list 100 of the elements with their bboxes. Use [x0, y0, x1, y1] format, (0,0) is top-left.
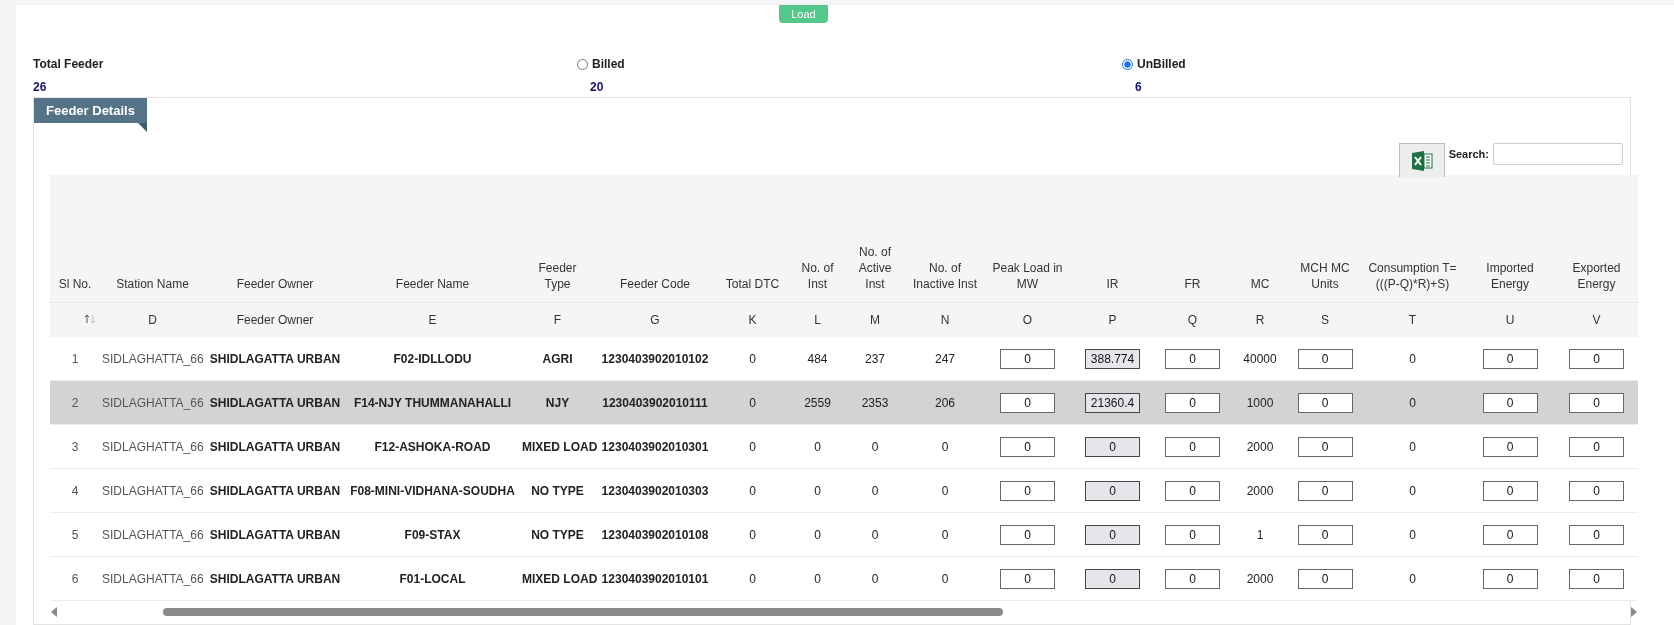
column-subheader: D — [100, 302, 205, 337]
table-cell: SHIDLAGATTA URBAN — [205, 337, 345, 381]
readonly-input: 0 — [1085, 480, 1140, 501]
table-cell: SIDLAGHATTA_66 — [100, 468, 205, 513]
table-cell: 0 — [790, 556, 845, 601]
column-subheader: Q — [1155, 302, 1230, 337]
radio-button[interactable] — [1122, 58, 1133, 70]
radio-button[interactable] — [577, 58, 588, 70]
table-cell: 0 — [715, 337, 790, 381]
table-cell: 0 — [845, 468, 905, 513]
table-cell: 0 — [715, 556, 790, 601]
column-header: Feeder Type — [520, 175, 595, 303]
value-input[interactable]: 0 — [1165, 568, 1220, 589]
value-input[interactable]: 0 — [1000, 480, 1055, 501]
value-input[interactable]: 0 — [1297, 348, 1353, 369]
table-row[interactable]: 5 SIDLAGHATTA_66 SHIDLAGATTA URBAN F09-STAX NO TYPE 1230403902010108 0 0 0 0 0 0 0 1 0 0 0 0 — [50, 512, 1638, 557]
table-cell: 40000 — [1230, 337, 1290, 381]
table-row[interactable]: 3 SIDLAGHATTA_66 SHIDLAGATTA URBAN F12-ASHOKA-ROAD MIXED LOAD 1230403902010301 0 0 0 0 0 0 0 2000 0 0 0 0 — [50, 424, 1638, 469]
table-cell: 237 — [845, 337, 905, 381]
table-cell: 1230403902010108 — [595, 512, 715, 557]
value-input[interactable]: 0 — [1297, 392, 1353, 413]
table-cell: 2000 — [1230, 556, 1290, 601]
value-input[interactable]: 0 — [1569, 392, 1624, 413]
spreadsheet-icon[interactable] — [1410, 149, 1433, 172]
search-field[interactable] — [1493, 143, 1623, 165]
excel-export-button[interactable] — [1398, 143, 1445, 177]
radio-option[interactable]: Billed — [577, 57, 1122, 71]
value-input[interactable]: 0 — [1482, 568, 1538, 589]
table-row[interactable]: 6 SIDLAGHATTA_66 SHIDLAGATTA URBAN F01-LOCAL MIXED LOAD 1230403902010101 0 0 0 0 0 0 0 2000 0 0 0 0 — [50, 556, 1638, 601]
value-input[interactable]: 0 — [1297, 524, 1353, 545]
table-row[interactable]: 4 SIDLAGHATTA_66 SHIDLAGATTA URBAN F08-MINI-VIDHANA-SOUDHA NO TYPE 1230403902010303 0 0 0 0 0 0 0 2000 0 0 0 0 — [50, 468, 1638, 513]
value-input[interactable]: 0 — [1000, 392, 1055, 413]
scroll-right-icon[interactable] — [1630, 607, 1638, 617]
readonly-input: 0 — [1085, 436, 1140, 457]
value-input[interactable]: 0 — [1482, 392, 1538, 413]
value-input[interactable]: 0 — [1482, 524, 1538, 545]
value-input[interactable]: 0 — [1297, 568, 1353, 589]
table-cell: 0 — [715, 424, 790, 469]
value-input[interactable]: 0 — [1569, 480, 1624, 501]
value-input[interactable]: 0 — [1569, 436, 1624, 457]
value-input[interactable]: 0 — [1000, 436, 1055, 457]
column-header: MC — [1230, 175, 1290, 303]
value-input[interactable]: 0 — [1297, 480, 1353, 501]
column-subheader: Feeder Owner — [205, 302, 345, 337]
value-input[interactable]: 0 — [1165, 348, 1220, 369]
value-input[interactable]: 0 — [1482, 480, 1538, 501]
value-input[interactable]: 0 — [1297, 436, 1353, 457]
table-cell: NJY — [520, 380, 595, 425]
table-cell: 1 — [50, 337, 100, 381]
table-cell: 206 — [905, 380, 985, 425]
table-cell: 0 — [715, 468, 790, 513]
table-cell: 0 — [905, 512, 985, 557]
table-cell: SHIDLAGATTA URBAN — [205, 424, 345, 469]
stat-value: 20 — [589, 80, 605, 94]
readonly-input: 0 — [1085, 524, 1140, 545]
value-input[interactable]: 0 — [1569, 348, 1624, 369]
table-cell: 2 — [50, 380, 100, 425]
table-cell: NO TYPE — [520, 512, 595, 557]
value-input[interactable]: 0 — [1482, 436, 1538, 457]
table-cell: 0 — [845, 424, 905, 469]
column-header: No. of Inst — [790, 175, 845, 303]
table-cell: 3 — [50, 424, 100, 469]
value-input[interactable]: 0 — [1000, 524, 1055, 545]
column-subheader: U — [1465, 302, 1555, 337]
column-subheader: L — [790, 302, 845, 337]
table-cell: 1230403902010102 — [595, 337, 715, 381]
value-input[interactable]: 0 — [1165, 436, 1220, 457]
table-cell: SIDLAGHATTA_66 — [100, 380, 205, 425]
table-cell: F08-MINI-VIDHANA-SOUDHA — [345, 468, 520, 513]
table-cell: 0 — [845, 556, 905, 601]
value-input[interactable]: 0 — [1165, 480, 1220, 501]
value-input[interactable]: 0 — [1165, 524, 1220, 545]
table-cell: 0 — [1360, 337, 1465, 381]
table-cell: 4 — [50, 468, 100, 513]
table-cell: MIXED LOAD — [520, 556, 595, 601]
value-input[interactable]: 0 — [1482, 348, 1538, 369]
table-cell: 0 — [845, 512, 905, 557]
column-header: Sl No. — [50, 175, 100, 303]
sort-icon[interactable] — [84, 314, 96, 324]
readonly-input: 388.774 — [1085, 348, 1140, 369]
table-cell: 0 — [1360, 556, 1465, 601]
column-header: Feeder Owner — [205, 175, 345, 303]
column-subheader: E — [345, 302, 520, 337]
column-header: Exported Energy — [1555, 175, 1638, 303]
value-input[interactable]: 0 — [1569, 568, 1624, 589]
table-cell: 484 — [790, 337, 845, 381]
search-label: Search: — [1448, 148, 1489, 160]
column-subheader: M — [845, 302, 905, 337]
table-cell: SHIDLAGATTA URBAN — [205, 468, 345, 513]
value-input[interactable]: 0 — [1000, 568, 1055, 589]
value-input[interactable]: 0 — [1165, 392, 1220, 413]
table-cell: 0 — [905, 556, 985, 601]
scroll-left-icon[interactable] — [50, 607, 58, 617]
column-header: MCH MC Units — [1290, 175, 1360, 303]
column-subheader: O — [985, 302, 1070, 337]
value-input[interactable]: 0 — [1569, 524, 1624, 545]
scrollbar-thumb[interactable] — [163, 608, 1003, 616]
table-row[interactable]: 1 SIDLAGHATTA_66 SHIDLAGATTA URBAN F02-IDLLODU AGRI 1230403902010102 0 484 237 247 0 388.774 0 40000 0 0 0 0 — [50, 337, 1638, 381]
radio-option[interactable]: UnBilled — [1122, 57, 1674, 71]
value-input[interactable]: 0 — [1000, 348, 1055, 369]
